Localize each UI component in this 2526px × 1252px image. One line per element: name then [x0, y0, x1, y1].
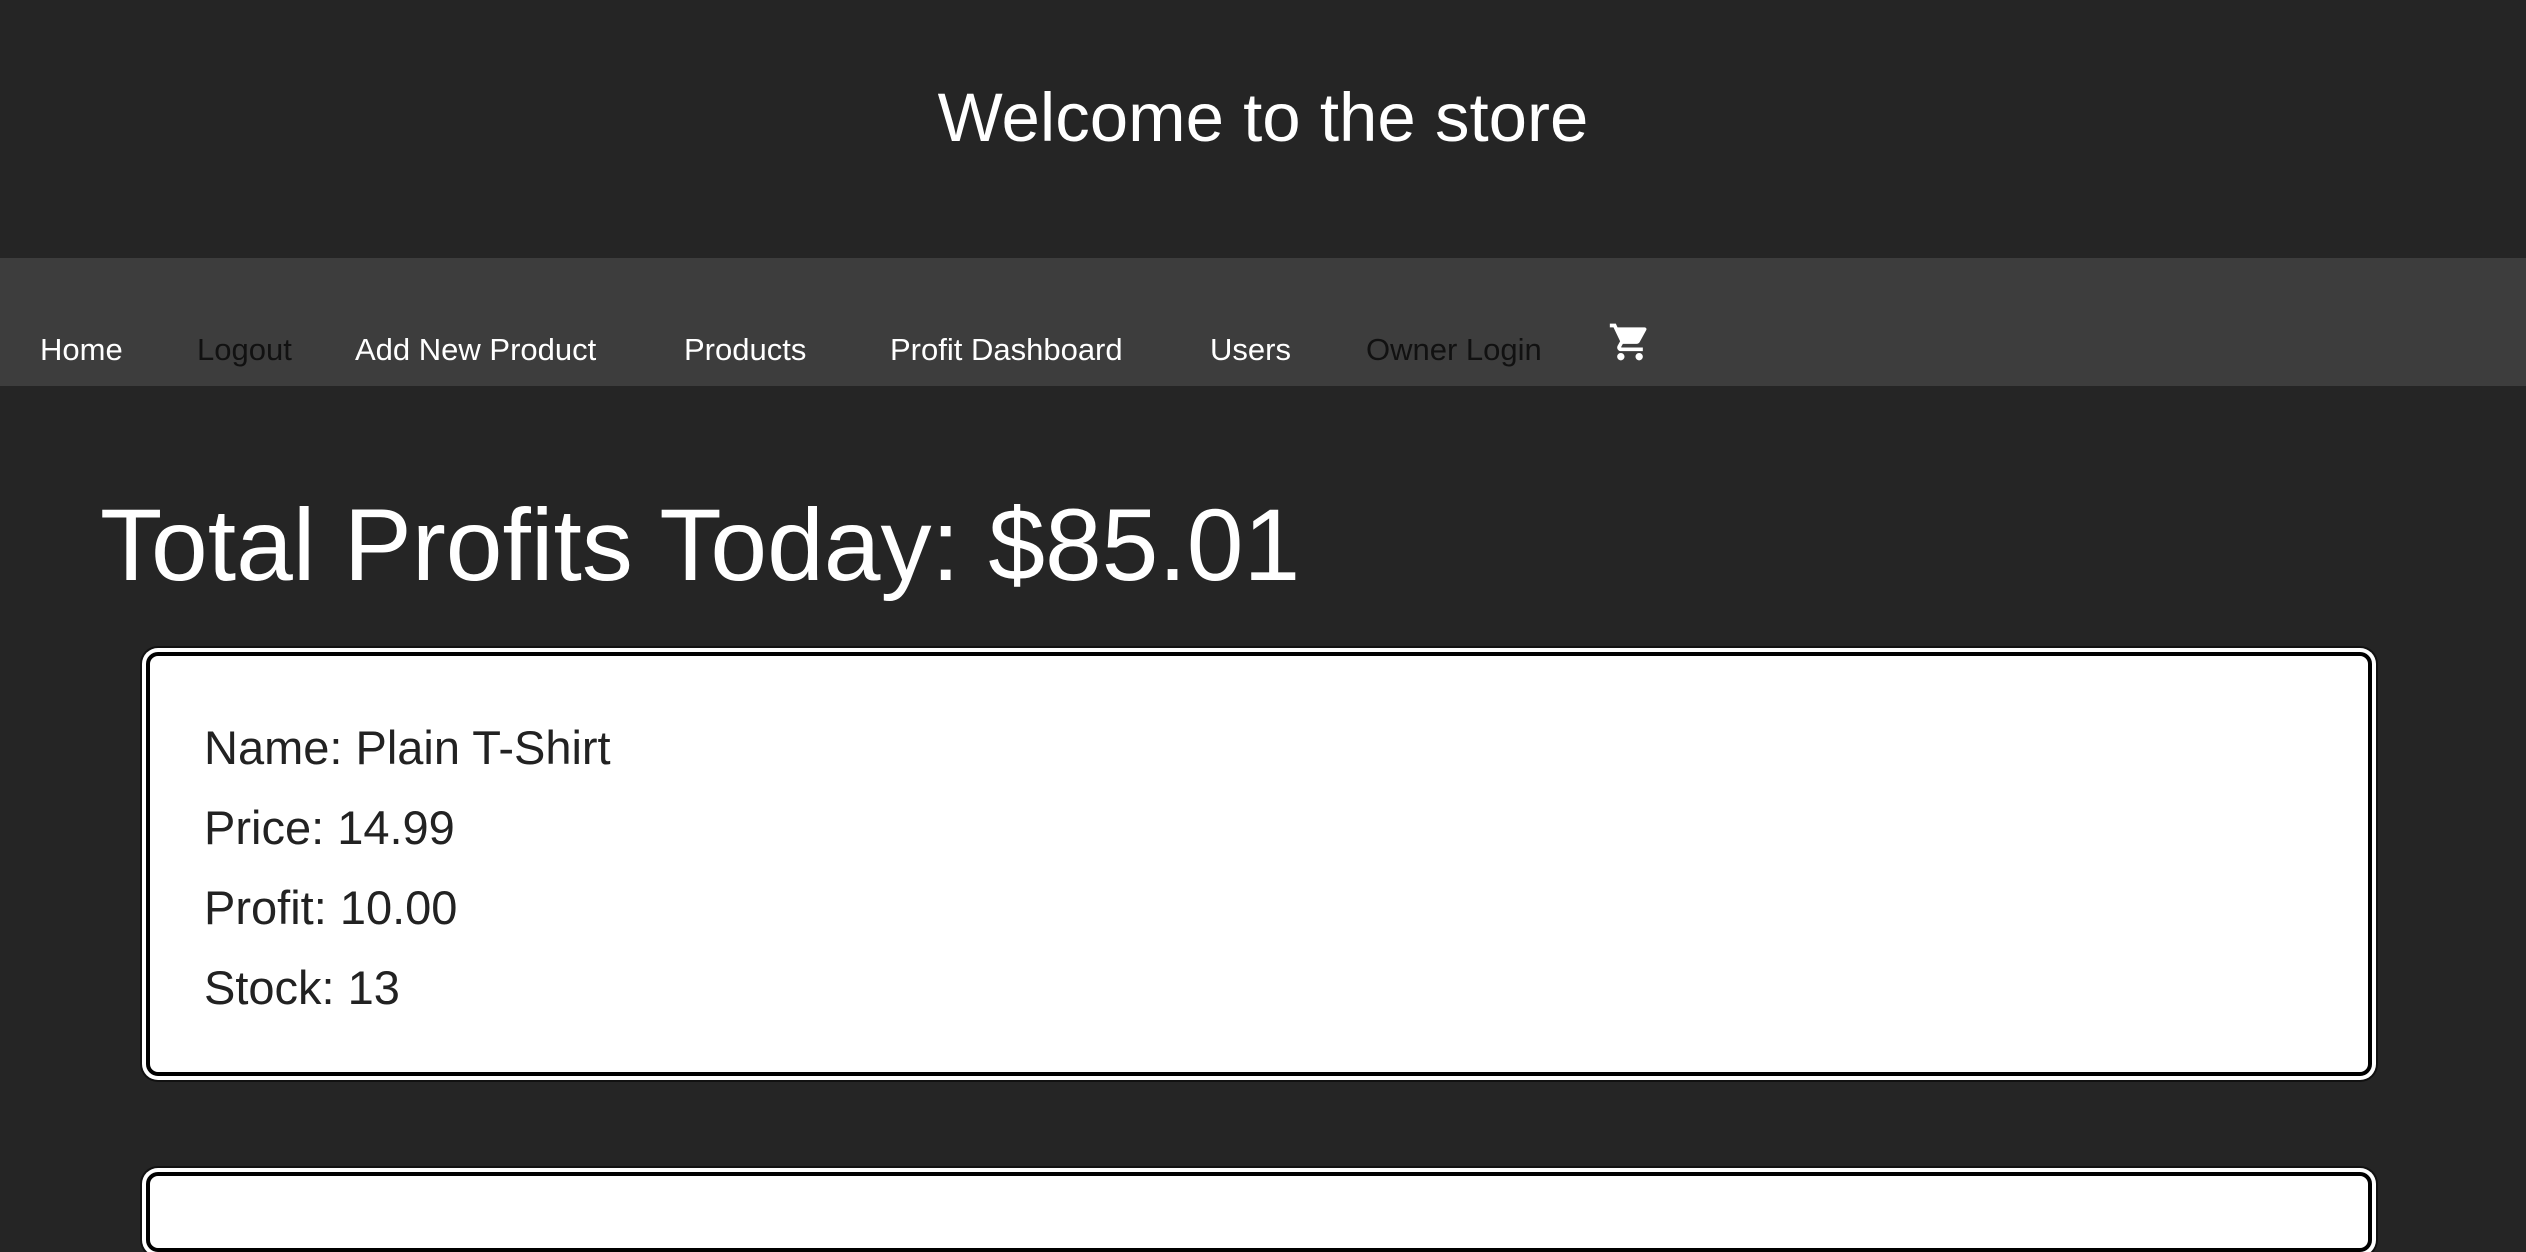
- product-card: [146, 1172, 2372, 1252]
- nav-profit-dashboard[interactable]: Profit Dashboard: [890, 330, 1123, 370]
- navbar: Home Logout Add New Product Products Pro…: [0, 258, 2526, 386]
- site-title: Welcome to the store: [937, 79, 1589, 156]
- nav-products[interactable]: Products: [684, 330, 806, 370]
- nav-logout[interactable]: Logout: [197, 330, 292, 370]
- total-profits-heading: Total Profits Today: $85.01: [100, 488, 1301, 602]
- nav-add-new-product[interactable]: Add New Product: [355, 330, 596, 370]
- product-card: Name: Plain T-Shirt Price: 14.99 Profit:…: [146, 652, 2372, 1076]
- main-content: Total Profits Today: $85.01 Name: Plain …: [0, 386, 2526, 1252]
- product-price: Price: 14.99: [204, 801, 455, 854]
- product-name: Name: Plain T-Shirt: [204, 721, 611, 774]
- product-profit: Profit: 10.00: [204, 881, 458, 934]
- shopping-cart-icon[interactable]: [1608, 320, 1652, 364]
- product-stock: Stock: 13: [204, 961, 400, 1014]
- nav-owner-login[interactable]: Owner Login: [1366, 330, 1542, 370]
- site-header: Welcome to the store: [0, 0, 2526, 258]
- nav-home[interactable]: Home: [40, 330, 123, 370]
- nav-users[interactable]: Users: [1210, 330, 1291, 370]
